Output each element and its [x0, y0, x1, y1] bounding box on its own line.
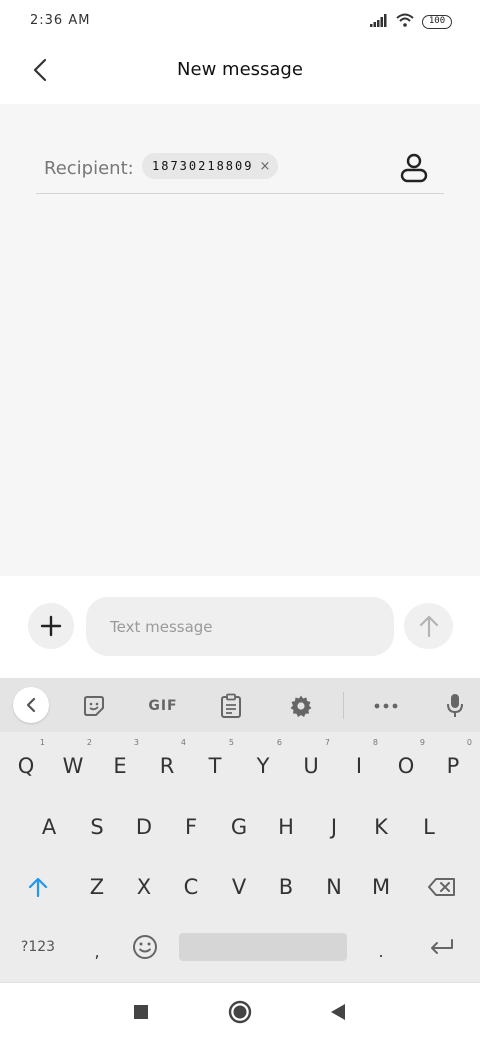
gif-button[interactable]: GIF	[143, 689, 183, 723]
remove-recipient-icon[interactable]: ×	[259, 159, 270, 174]
clipboard-icon	[221, 693, 241, 718]
key-l[interactable]: L	[406, 798, 452, 856]
sticker-button[interactable]	[77, 689, 111, 723]
space-key[interactable]	[179, 933, 347, 961]
status-bar: 2:36 AM 100	[0, 0, 480, 44]
arrow-up-icon	[419, 615, 438, 638]
emoji-icon	[133, 935, 157, 959]
signal-icon	[370, 12, 388, 31]
more-dots-icon	[374, 703, 398, 709]
toolbar-divider	[343, 692, 344, 719]
key-s[interactable]: S	[74, 798, 120, 856]
plus-icon	[40, 615, 62, 637]
enter-key[interactable]	[416, 918, 468, 976]
gear-icon	[290, 695, 312, 717]
status-time: 2:36 AM	[30, 13, 91, 28]
sticker-icon	[84, 696, 104, 716]
title-bar: New message	[0, 44, 480, 104]
recipient-chip-number: 18730218809	[152, 159, 254, 173]
key-p[interactable]: 0P	[430, 736, 476, 796]
key-c[interactable]: C	[168, 858, 214, 916]
key-k[interactable]: K	[358, 798, 404, 856]
more-button[interactable]	[369, 689, 403, 723]
key-f[interactable]: F	[168, 798, 214, 856]
recipient-label: Recipient:	[44, 158, 134, 179]
backspace-icon	[428, 878, 455, 896]
voice-input-button[interactable]	[438, 689, 472, 723]
key-i[interactable]: 8I	[336, 736, 382, 796]
conversation-area: Recipient: 18730218809 ×	[0, 104, 480, 576]
key-h[interactable]: H	[263, 798, 309, 856]
shift-key[interactable]	[14, 858, 62, 916]
backspace-key[interactable]	[416, 858, 468, 916]
keyboard-collapse-button[interactable]	[13, 687, 49, 723]
key-w[interactable]: 2W	[50, 736, 96, 796]
key-t[interactable]: 5T	[192, 736, 238, 796]
keyboard-settings-button[interactable]	[284, 689, 318, 723]
key-y[interactable]: 6Y	[240, 736, 286, 796]
page-title: New message	[177, 59, 303, 80]
key-d[interactable]: D	[121, 798, 167, 856]
keyboard-toolbar: GIF	[0, 678, 480, 732]
key-g[interactable]: G	[216, 798, 262, 856]
key-v[interactable]: V	[216, 858, 262, 916]
system-nav-bar	[0, 982, 480, 1040]
recents-button[interactable]	[126, 997, 156, 1027]
key-u[interactable]: 7U	[288, 736, 334, 796]
microphone-icon	[447, 694, 463, 717]
composer-bar: Text message	[0, 576, 480, 678]
back-triangle-icon	[331, 1004, 345, 1020]
add-contact-button[interactable]	[398, 152, 430, 184]
key-q[interactable]: 1Q	[3, 736, 49, 796]
recents-square-icon	[134, 1005, 148, 1019]
wifi-icon	[396, 12, 414, 31]
clipboard-button[interactable]	[214, 689, 248, 723]
enter-icon	[431, 939, 453, 954]
message-placeholder: Text message	[110, 617, 213, 636]
emoji-key[interactable]	[121, 918, 169, 976]
key-n[interactable]: N	[311, 858, 357, 916]
key-z[interactable]: Z	[74, 858, 120, 916]
symbols-key[interactable]: ?123	[10, 918, 66, 976]
send-button[interactable]	[404, 603, 453, 649]
message-input[interactable]: Text message	[86, 597, 394, 656]
chevron-left-icon	[26, 697, 36, 713]
key-r[interactable]: 4R	[144, 736, 190, 796]
recipient-chip[interactable]: 18730218809 ×	[142, 153, 279, 179]
person-icon	[400, 153, 428, 183]
shift-arrow-icon	[28, 877, 48, 898]
home-button[interactable]	[225, 997, 255, 1027]
key-e[interactable]: 3E	[97, 736, 143, 796]
comma-key[interactable]: ,	[74, 922, 120, 980]
back-nav-button[interactable]	[323, 997, 353, 1027]
key-j[interactable]: J	[311, 798, 357, 856]
period-key[interactable]: .	[358, 922, 404, 980]
battery-icon: 100	[422, 14, 452, 29]
key-o[interactable]: 9O	[383, 736, 429, 796]
key-m[interactable]: M	[358, 858, 404, 916]
key-a[interactable]: A	[26, 798, 72, 856]
gif-label: GIF	[148, 698, 178, 714]
keyboard: GIF 1 Q 2 W 3 E 4 R 5 T 6 Y 7 U 8 I 9 O …	[0, 678, 480, 982]
key-b[interactable]: B	[263, 858, 309, 916]
recipient-row: Recipient: 18730218809 ×	[36, 148, 444, 194]
attach-button[interactable]	[28, 603, 74, 649]
home-circle-icon	[228, 1000, 252, 1024]
key-x[interactable]: X	[121, 858, 167, 916]
